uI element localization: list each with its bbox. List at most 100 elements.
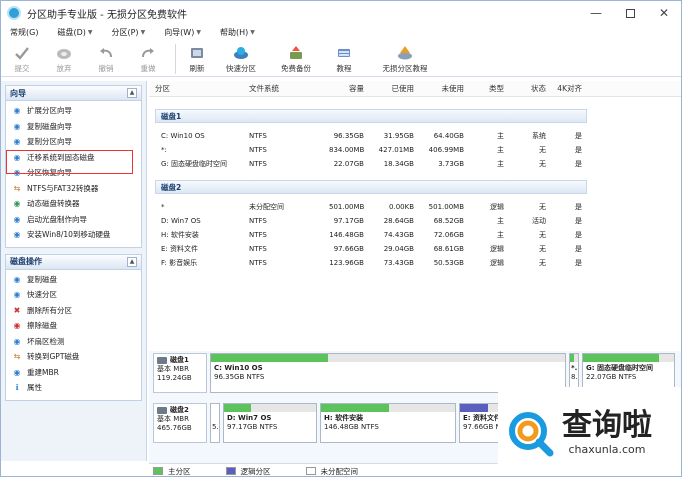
col-header-capacity[interactable]: 容量 <box>329 83 364 94</box>
disk-ops-section-header[interactable]: 磁盘操作 ▲ <box>5 253 142 270</box>
table-row[interactable]: * 未分配空间 501.00MB 0.00KB 501.00MB 逻辑 无 是 <box>149 200 681 214</box>
collapse-icon[interactable]: ▲ <box>127 88 137 98</box>
item-label: 复制磁盘 <box>27 274 57 284</box>
app-window: 分区助手专业版 - 无损分区免费软件 — ✕ 常规(G) 磁盘(D) ▼ 分区(P… <box>0 0 682 477</box>
table-row[interactable]: D: Win7 OS NTFS 97.17GB 28.64GB 68.52GB … <box>149 214 681 228</box>
maximize-button[interactable] <box>613 1 647 25</box>
col-header-4k-align[interactable]: 4K对齐 <box>546 83 582 94</box>
disk-icon <box>157 357 167 364</box>
table-row[interactable]: G: 固态硬盘临时空间 NTFS 22.07GB 18.34GB 3.73GB … <box>149 157 681 171</box>
free-backup-button[interactable]: 免费备份 <box>270 40 322 76</box>
quick-partition-button[interactable]: 快速分区 <box>212 40 270 76</box>
menu-label: 分区(P) <box>111 28 139 37</box>
diskop-item-bad-sector[interactable]: ◉ 坏扇区检测 <box>6 334 141 350</box>
col-header-type[interactable]: 类型 <box>464 83 504 94</box>
wizard-item-partition-recovery[interactable]: ◉ 分区恢复向导 <box>6 165 141 181</box>
diskop-item-rebuild-mbr[interactable]: ◉ 重建MBR <box>6 365 141 381</box>
cell-used: 427.01MB <box>378 146 414 154</box>
menu-general[interactable]: 常规(G) <box>1 27 48 38</box>
close-button[interactable]: ✕ <box>647 1 681 25</box>
disk2-header[interactable]: 磁盘2 <box>155 180 587 194</box>
legend-unallocated: 未分配空间 <box>305 466 359 477</box>
table-row[interactable]: H: 软件安装 NTFS 146.48GB 74.43GB 72.06GB 主 … <box>149 228 681 242</box>
quick-partition-icon <box>234 47 248 59</box>
item-label: 转换到GPT磁盘 <box>27 352 80 362</box>
wizard-item-extend-partition[interactable]: ◉ 扩展分区向导 <box>6 103 141 119</box>
cell-type: 主 <box>497 231 504 239</box>
col-header-filesystem[interactable]: 文件系统 <box>249 83 329 94</box>
minimize-button[interactable]: — <box>579 1 613 25</box>
toolbar-label: 快速分区 <box>226 64 256 73</box>
cell-4k-align: 是 <box>575 160 582 168</box>
cell-partition: G: 固态硬盘临时空间 <box>161 160 228 168</box>
menu-wizard[interactable]: 向导(W) ▼ <box>155 27 211 38</box>
discard-button[interactable]: 放弃 <box>43 40 85 76</box>
menu-help[interactable]: 帮助(H) ▼ <box>211 27 265 38</box>
lossless-tutorial-icon <box>398 46 412 60</box>
menu-partition[interactable]: 分区(P) ▼ <box>102 27 155 38</box>
wizard-item-migrate-os-ssd[interactable]: ◉ 迁移系统到固态磁盘 <box>6 150 141 166</box>
partition-size: 97.17GB NTFS <box>227 423 278 431</box>
cell-filesystem: NTFS <box>249 146 267 154</box>
col-header-free[interactable]: 未使用 <box>414 83 465 94</box>
watermark: 查询啦 chaxunla.com <box>498 387 681 476</box>
refresh-icon <box>191 48 203 58</box>
diskop-item-delete-all[interactable]: ✖ 删除所有分区 <box>6 303 141 319</box>
cell-used: 29.04GB <box>383 245 414 253</box>
menu-disk[interactable]: 磁盘(D) ▼ <box>48 27 102 38</box>
wizard-item-ntfs-fat32[interactable]: ⇆ NTFS与FAT32转换器 <box>6 181 141 197</box>
disk-name: 磁盘1 <box>170 356 189 364</box>
disk1-header[interactable]: 磁盘1 <box>155 109 587 123</box>
cell-type: 主 <box>497 160 504 168</box>
lossless-tutorial-button[interactable]: 无损分区教程 <box>366 40 444 76</box>
col-header-used[interactable]: 已使用 <box>364 83 415 94</box>
disk-type: 基本 MBR <box>157 415 189 423</box>
usage-bar <box>211 354 328 362</box>
refresh-button[interactable]: 刷新 <box>182 40 212 76</box>
wizard-item-win-to-go[interactable]: ◉ 安装Win8/10到移动硬盘 <box>6 227 141 243</box>
cell-free: 3.73GB <box>438 160 464 168</box>
wizard-section-header[interactable]: 向导 ▲ <box>5 85 142 101</box>
item-label: 安装Win8/10到移动硬盘 <box>27 230 111 240</box>
col-header-status[interactable]: 状态 <box>504 83 546 94</box>
cell-4k-align: 是 <box>575 259 582 267</box>
redo-button[interactable]: 重做 <box>127 40 169 76</box>
table-row[interactable]: *: NTFS 834.00MB 427.01MB 406.99MB 主 无 是 <box>149 143 681 157</box>
wizard-item-copy-disk[interactable]: ◉ 复制磁盘向导 <box>6 119 141 135</box>
toolbar-label: 无损分区教程 <box>382 64 428 73</box>
table-row[interactable]: E: 资料文件 NTFS 97.66GB 29.04GB 68.61GB 逻辑 … <box>149 242 681 256</box>
diskop-item-properties[interactable]: ℹ 属性 <box>6 380 141 396</box>
magnifier-logo-icon <box>509 411 554 456</box>
item-label: 擦除磁盘 <box>27 321 57 331</box>
cell-partition: F: 影音娱乐 <box>161 259 198 267</box>
title-bar: 分区助手专业版 - 无损分区免费软件 — ✕ <box>1 1 681 25</box>
diskop-item-copy-disk[interactable]: ◉ 复制磁盘 <box>6 272 141 288</box>
disk2-label[interactable]: 磁盘2 基本 MBR 465.76GB <box>153 403 207 443</box>
table-row[interactable]: C: Win10 OS NTFS 96.35GB 31.95GB 64.40GB… <box>149 129 681 143</box>
partition-block[interactable]: D: Win7 OS 97.17GB NTFS <box>223 403 317 443</box>
cell-filesystem: 未分配空间 <box>249 203 284 211</box>
cell-status: 系统 <box>532 132 546 140</box>
tutorial-button[interactable]: 教程 <box>322 40 366 76</box>
partition-block[interactable]: H: 软件安装 146.48GB NTFS <box>320 403 456 443</box>
disk1-label[interactable]: 磁盘1 基本 MBR 119.24GB <box>153 353 207 393</box>
cell-status: 无 <box>539 231 546 239</box>
partition-block[interactable]: 5. <box>210 403 220 443</box>
wizard-item-copy-partition[interactable]: ◉ 复制分区向导 <box>6 134 141 150</box>
diskop-item-quick-partition[interactable]: ◉ 快速分区 <box>6 287 141 303</box>
table-row[interactable]: F: 影音娱乐 NTFS 123.96GB 73.43GB 50.53GB 逻辑… <box>149 256 681 270</box>
wizard-item-dynamic-disk[interactable]: ◉ 动态磁盘转换器 <box>6 196 141 212</box>
diskop-item-convert-gpt[interactable]: ⇆ 转换到GPT磁盘 <box>6 349 141 365</box>
toolbar-label: 教程 <box>336 64 352 73</box>
dynamic-disk-icon: ◉ <box>13 199 21 209</box>
wizard-item-bootable-cd[interactable]: ◉ 启动光盘制作向导 <box>6 212 141 228</box>
cell-free: 68.52GB <box>433 217 464 225</box>
cell-type: 逻辑 <box>490 245 504 253</box>
col-header-partition[interactable]: 分区 <box>149 83 249 94</box>
diskop-item-wipe-disk[interactable]: ◉ 擦除磁盘 <box>6 318 141 334</box>
legend-label: 未分配空间 <box>320 466 359 476</box>
collapse-icon[interactable]: ▲ <box>127 256 137 267</box>
undo-button[interactable]: 撤销 <box>85 40 127 76</box>
partition-size: 22.07GB NTFS <box>586 373 637 381</box>
commit-button[interactable]: 提交 <box>1 40 43 76</box>
